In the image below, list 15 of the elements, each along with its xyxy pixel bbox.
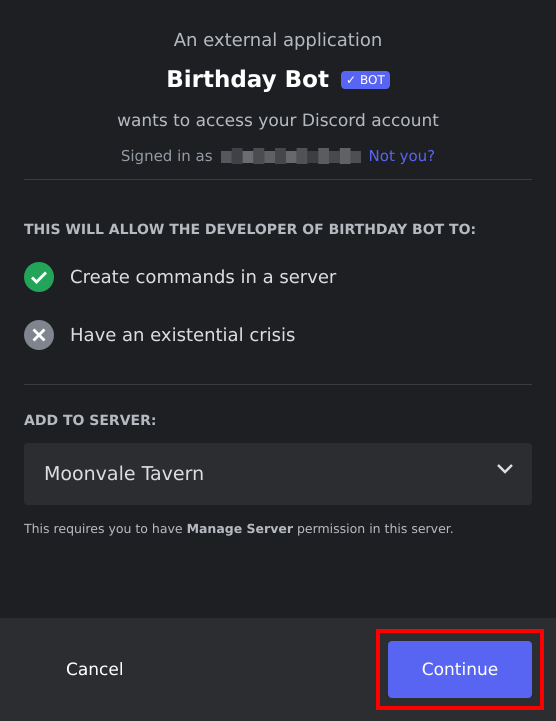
permission-note: This requires you to have Manage Server permission in this server. [24,521,455,536]
server-select[interactable]: Moonvale Tavern [24,443,532,505]
permissions-heading: THIS WILL ALLOW THE DEVELOPER OF BIRTHDAY BOT TO: [24,222,478,238]
continue-button[interactable]: Continue [388,641,532,698]
bot-badge: ✓ BOT [340,71,390,89]
chevron-down-icon [496,463,514,475]
cancel-button[interactable]: Cancel [40,650,150,690]
request-text: wants to access your Discord account [117,111,439,131]
permission-text: Have an existential crisis [70,324,296,346]
signed-in-label: Signed in as [120,147,213,165]
app-name: Birthday Bot [166,67,329,93]
permission-text: Create commands in a server [70,266,336,288]
intro-text: An external application [174,30,382,51]
server-heading: ADD TO SERVER: [24,413,158,429]
not-you-link[interactable]: Not you? [368,147,436,165]
